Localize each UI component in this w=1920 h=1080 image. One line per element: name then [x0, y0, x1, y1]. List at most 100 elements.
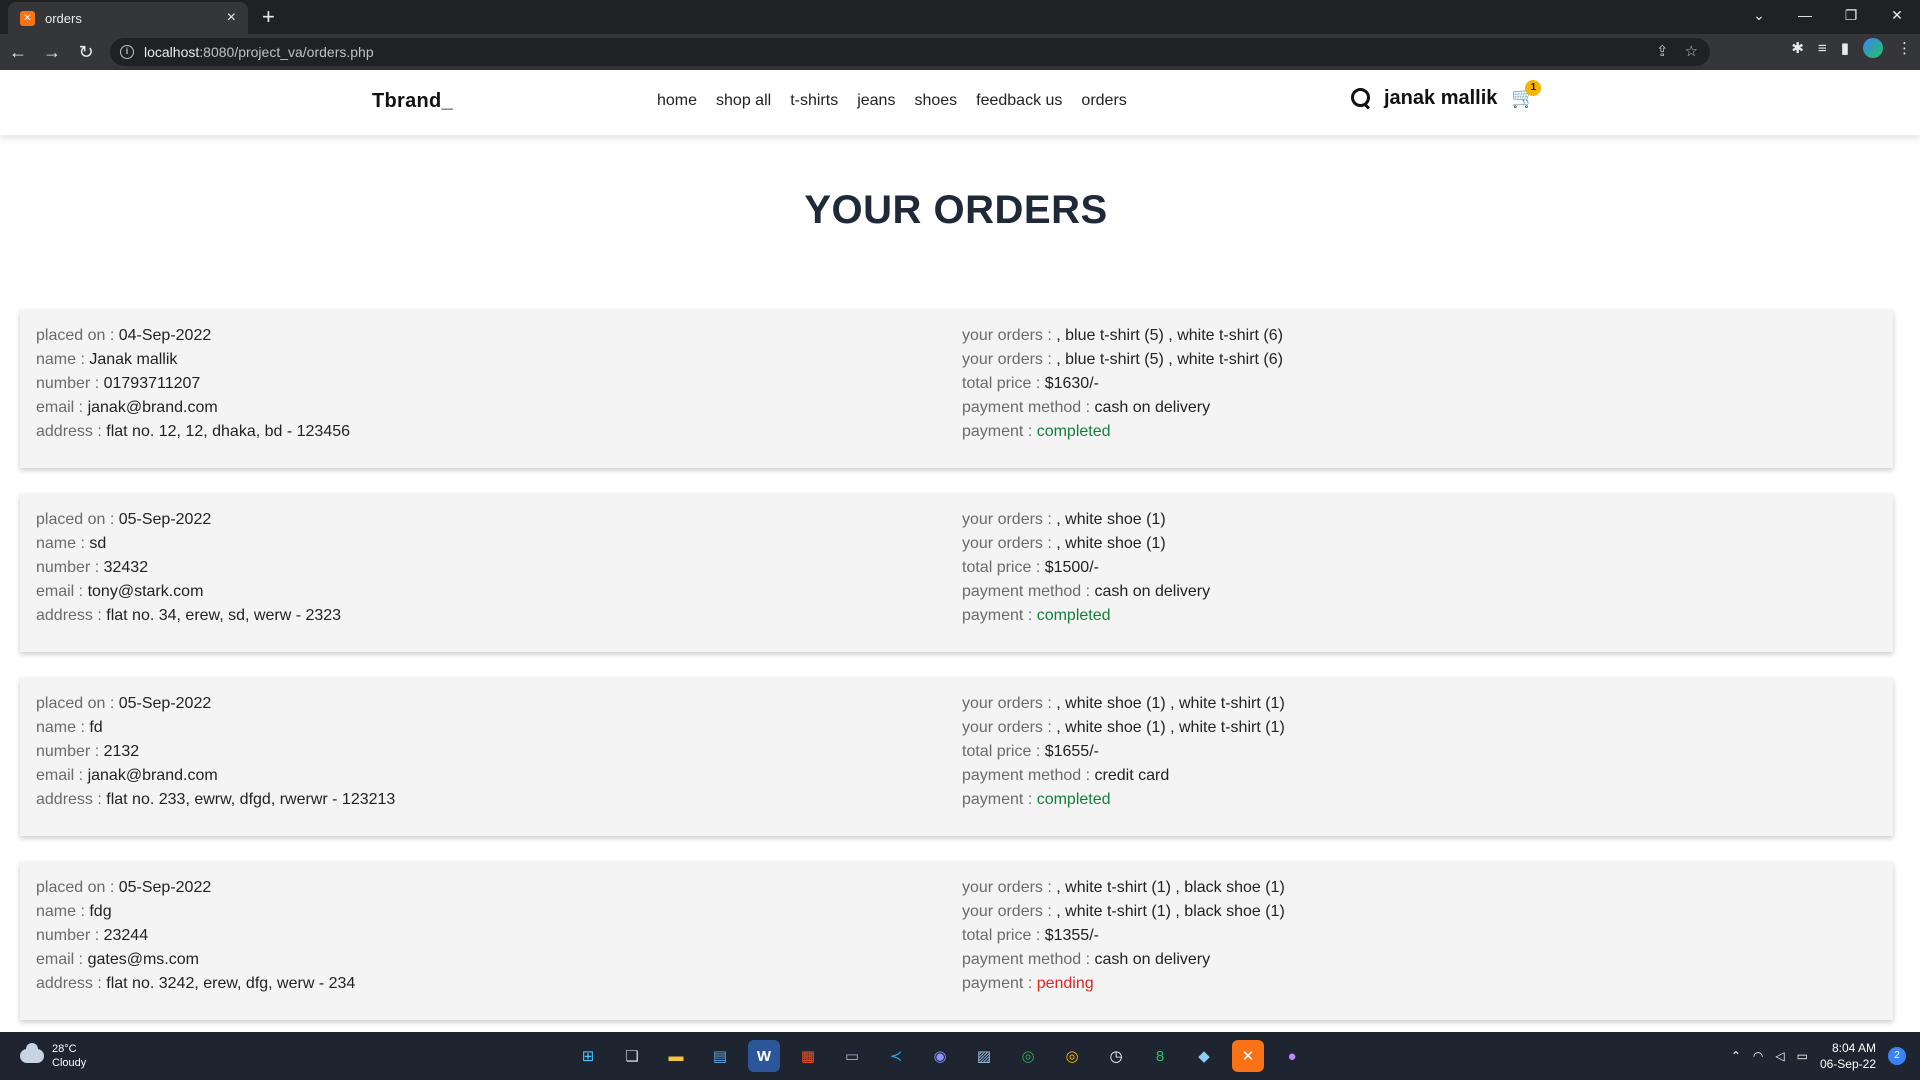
terminal-icon[interactable]: 8: [1144, 1040, 1176, 1072]
cloud-icon: [20, 1043, 44, 1063]
order-number: number : 2132: [36, 743, 140, 760]
profile-avatar[interactable]: [1863, 38, 1883, 58]
order-address: address : flat no. 12, 12, dhaka, bd - 1…: [36, 423, 351, 440]
os-taskbar: 28°C Cloudy ⊞ ❏ ▬ ▤ W ▦ ▭ ≺ ◉ ▨ ◎ ◎ ◷ 8 …: [0, 1032, 1920, 1080]
browser-tabstrip: ✕ orders × + ⌄ — ❐ ✕: [0, 0, 1920, 34]
vscode-icon[interactable]: ≺: [880, 1040, 912, 1072]
box-icon[interactable]: ◆: [1188, 1040, 1220, 1072]
order-customer-info: placed on : 05-Sep-2022 name : fd number…: [36, 692, 395, 812]
order-details: your orders : , white shoe (1) , white t…: [962, 692, 1285, 812]
system-tray: ⌃ ◠ ◁ ▭ 8:04 AM 06-Sep-22 2: [1731, 1040, 1906, 1072]
extensions-icon[interactable]: ✱: [1791, 39, 1804, 57]
github-icon[interactable]: ●: [1276, 1040, 1308, 1072]
word-icon[interactable]: W: [748, 1040, 780, 1072]
nav-shoes[interactable]: shoes: [914, 92, 957, 110]
order-number: number : 23244: [36, 927, 149, 944]
nav-shop-all[interactable]: shop all: [716, 92, 771, 110]
order-items-repeat: your orders : , white t-shirt (1) , blac…: [962, 903, 1285, 920]
volume-icon[interactable]: ◁: [1775, 1049, 1784, 1063]
bookmark-star-icon[interactable]: ☆: [1685, 42, 1698, 60]
wifi-icon[interactable]: ◠: [1753, 1049, 1763, 1063]
forward-icon[interactable]: →: [36, 37, 68, 67]
order-total-price: total price : $1500/-: [962, 559, 1099, 576]
weather-widget[interactable]: 28°C Cloudy: [20, 1042, 86, 1070]
order-customer-info: placed on : 05-Sep-2022 name : sd number…: [36, 508, 341, 628]
order-card: placed on : 05-Sep-2022 name : fdg numbe…: [20, 862, 1893, 1020]
notification-badge[interactable]: 2: [1888, 1047, 1906, 1065]
nav-home[interactable]: home: [657, 92, 697, 110]
reload-icon[interactable]: ↻: [70, 37, 102, 67]
order-number: number : 32432: [36, 559, 149, 576]
clock-date: 06-Sep-22: [1819, 1057, 1876, 1071]
order-number: number : 01793711207: [36, 375, 201, 392]
site-info-icon[interactable]: i: [120, 45, 134, 59]
order-email: email : tony@stark.com: [36, 583, 204, 600]
order-payment-status: payment : completed: [962, 423, 1111, 440]
new-tab-button[interactable]: +: [262, 5, 275, 29]
taskbar-apps: ⊞ ❏ ▬ ▤ W ▦ ▭ ≺ ◉ ▨ ◎ ◎ ◷ 8 ◆ ✕ ●: [572, 1040, 1308, 1072]
battery-icon[interactable]: ▭: [1797, 1049, 1808, 1063]
clock-icon[interactable]: ◷: [1100, 1040, 1132, 1072]
order-total-price: total price : $1630/-: [962, 375, 1099, 392]
chrome-alt-icon[interactable]: ◎: [1056, 1040, 1088, 1072]
discord-icon[interactable]: ◉: [924, 1040, 956, 1072]
xampp-icon[interactable]: ✕: [1232, 1040, 1264, 1072]
order-items: your orders : , blue t-shirt (5) , white…: [962, 327, 1283, 344]
share-icon[interactable]: ⇪: [1656, 42, 1669, 60]
order-items-repeat: your orders : , white shoe (1) , white t…: [962, 719, 1285, 736]
payment-status-badge: pending: [1036, 975, 1094, 992]
tab-search-icon[interactable]: ⌄: [1736, 0, 1782, 30]
window-controls: ⌄ — ❐ ✕: [1736, 0, 1920, 30]
chrome-icon[interactable]: ◎: [1012, 1040, 1044, 1072]
photos-icon[interactable]: ▨: [968, 1040, 1000, 1072]
close-tab-icon[interactable]: ×: [227, 10, 236, 26]
cart-icon[interactable]: 🛒 1: [1511, 80, 1542, 110]
back-icon[interactable]: ←: [2, 37, 34, 67]
order-customer-info: placed on : 05-Sep-2022 name : fdg numbe…: [36, 876, 355, 996]
remote-desktop-icon[interactable]: ▭: [836, 1040, 868, 1072]
cart-count-badge: 1: [1525, 80, 1542, 96]
order-name: name : fd: [36, 719, 103, 736]
browser-toolbar: ← → ↻ i localhost:8080/project_va/orders…: [0, 34, 1920, 70]
order-payment-status: payment : pending: [962, 975, 1094, 992]
nav-feedback-us[interactable]: feedback us: [976, 92, 1062, 110]
order-payment-method: payment method : cash on delivery: [962, 399, 1211, 416]
file-explorer-icon[interactable]: ▬: [660, 1040, 692, 1072]
chevron-up-icon[interactable]: ⌃: [1731, 1049, 1741, 1063]
payment-status-badge: completed: [1036, 423, 1111, 440]
orders-list: placed on : 04-Sep-2022 name : Janak mal…: [20, 310, 1893, 1046]
windows-start-icon[interactable]: ⊞: [572, 1040, 604, 1072]
order-payment-status: payment : completed: [962, 607, 1111, 624]
store-icon[interactable]: ▦: [792, 1040, 824, 1072]
order-placed-on: placed on : 04-Sep-2022: [36, 327, 212, 344]
order-card: placed on : 04-Sep-2022 name : Janak mal…: [20, 310, 1893, 468]
order-details: your orders : , white t-shirt (1) , blac…: [962, 876, 1285, 996]
order-details: your orders : , white shoe (1) your orde…: [962, 508, 1210, 628]
nav-t-shirts[interactable]: t-shirts: [790, 92, 838, 110]
nav-orders[interactable]: orders: [1081, 92, 1126, 110]
notepad-icon[interactable]: ▤: [704, 1040, 736, 1072]
close-window-icon[interactable]: ✕: [1874, 0, 1920, 30]
site-logo[interactable]: Tbrand_: [372, 90, 453, 113]
task-view-icon[interactable]: ❏: [616, 1040, 648, 1072]
order-items-repeat: your orders : , blue t-shirt (5) , white…: [962, 351, 1283, 368]
omnibox-actions: ⇪ ☆: [1656, 42, 1698, 60]
menu-icon[interactable]: ⋮: [1897, 39, 1912, 57]
system-clock[interactable]: 8:04 AM 06-Sep-22: [1820, 1040, 1876, 1072]
address-bar[interactable]: i localhost:8080/project_va/orders.php ⇪…: [110, 38, 1710, 66]
nav-jeans[interactable]: jeans: [857, 92, 895, 110]
order-items-repeat: your orders : , white shoe (1): [962, 535, 1166, 552]
order-card: placed on : 05-Sep-2022 name : sd number…: [20, 494, 1893, 652]
search-icon[interactable]: [1350, 87, 1372, 109]
weather-temp: 28°C: [52, 1043, 77, 1055]
tab-orders[interactable]: ✕ orders ×: [8, 2, 248, 34]
user-name[interactable]: janak mallik: [1384, 87, 1497, 110]
order-total-price: total price : $1655/-: [962, 743, 1099, 760]
main-nav: home shop all t-shirts jeans shoes feedb…: [657, 92, 1127, 110]
media-controls-icon[interactable]: ≡: [1818, 40, 1827, 57]
side-panel-icon[interactable]: ▮: [1841, 39, 1849, 57]
restore-icon[interactable]: ❐: [1828, 0, 1874, 30]
clock-time: 8:04 AM: [1831, 1041, 1876, 1055]
order-payment-method: payment method : credit card: [962, 767, 1170, 784]
minimize-icon[interactable]: —: [1782, 0, 1828, 30]
